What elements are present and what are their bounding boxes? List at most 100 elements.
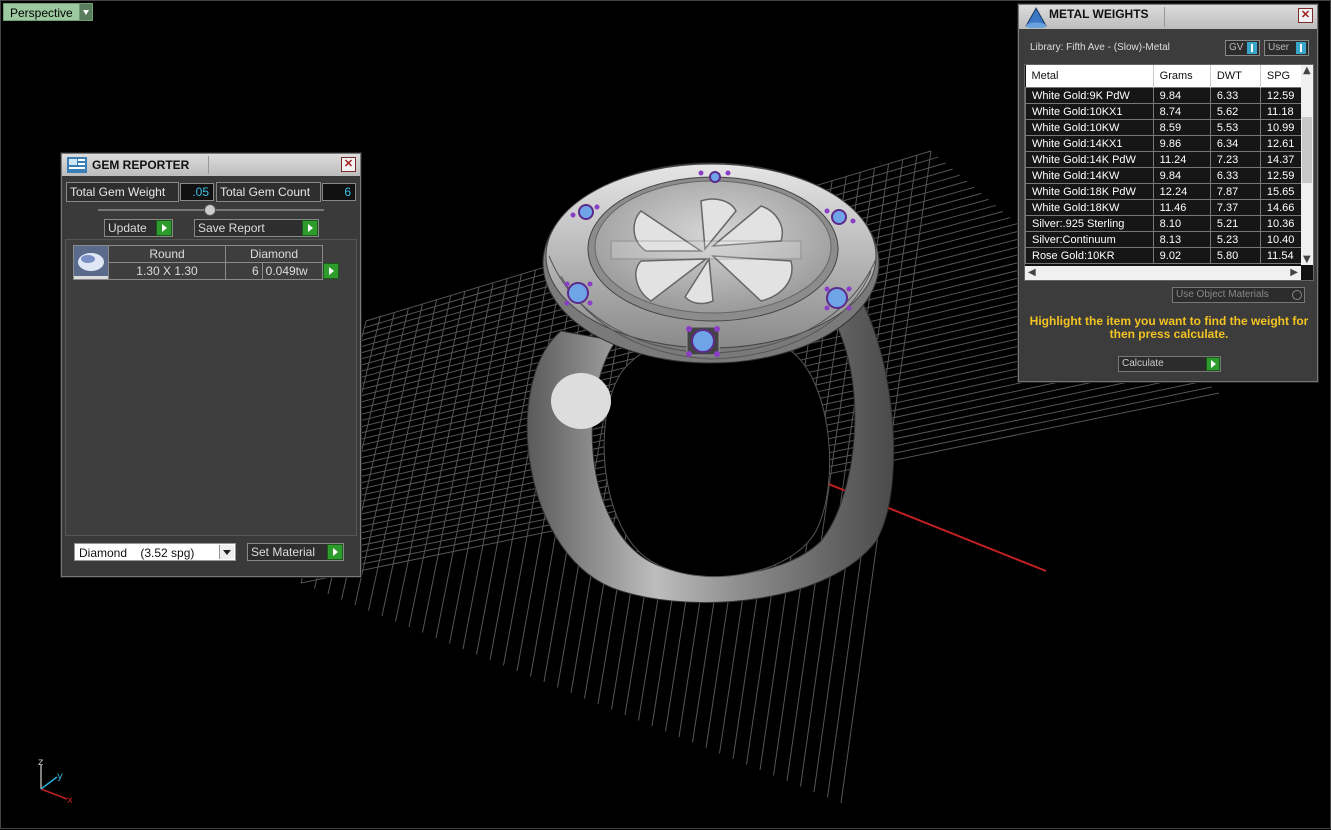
gem-list: Round Diamond 1.30 X 1.30 6 0.049tw xyxy=(65,239,357,536)
metal-grams: 9.86 xyxy=(1152,135,1211,152)
metal-dwt: 5.21 xyxy=(1209,215,1261,232)
gem-table-row[interactable]: Round Diamond xyxy=(73,245,340,280)
metal-weights-titlebar[interactable]: METAL WEIGHTS ✕ xyxy=(1019,5,1317,29)
calculate-button[interactable]: Calculate xyxy=(1118,356,1221,372)
material-select-value: Diamond (3.52 spg) xyxy=(79,546,195,560)
col-grams[interactable]: Grams xyxy=(1153,65,1211,88)
gem-reporter-titlebar[interactable]: GEM REPORTER ✕ xyxy=(62,154,360,176)
metal-grams: 8.10 xyxy=(1152,215,1211,232)
play-icon[interactable] xyxy=(323,263,339,279)
chevron-down-icon[interactable] xyxy=(219,545,234,559)
view-label[interactable]: Perspective xyxy=(3,3,80,21)
col-dwt[interactable]: DWT xyxy=(1210,65,1261,88)
metal-name: Silver:.925 Sterling xyxy=(1025,215,1154,232)
metal-weights-panel: METAL WEIGHTS ✕ Library: Fifth Ave - (Sl… xyxy=(1018,4,1318,382)
ring-model[interactable] xyxy=(526,162,895,603)
metal-name: White Gold:10KX1 xyxy=(1025,103,1154,120)
metal-grams: 8.13 xyxy=(1152,231,1211,248)
scroll-down-icon[interactable]: ▼ xyxy=(1303,254,1311,265)
total-gem-weight-value: .05 xyxy=(180,183,214,201)
table-row[interactable]: White Gold:18K PdW 12.24 7.87 15.65 xyxy=(1025,183,1313,200)
metal-dwt: 7.37 xyxy=(1209,199,1261,216)
close-icon[interactable]: ✕ xyxy=(341,157,356,172)
gem-size: 1.30 X 1.30 xyxy=(108,262,226,280)
metal-grams: 11.46 xyxy=(1152,199,1211,216)
metal-cone-icon xyxy=(1025,7,1047,28)
metal-dwt: 6.33 xyxy=(1209,167,1261,184)
metal-grams: 8.74 xyxy=(1152,103,1211,120)
axis-z-label: z xyxy=(38,757,43,768)
gem-table-row[interactable]: 1.30 X 1.30 6 0.049tw xyxy=(74,262,339,280)
metal-name: White Gold:10KW xyxy=(1025,119,1154,136)
use-object-materials-label: Use Object Materials xyxy=(1176,289,1269,300)
metal-name: White Gold:14KW xyxy=(1025,167,1154,184)
gem-material-header: Diamond xyxy=(225,245,323,263)
use-object-materials-option[interactable]: Use Object Materials xyxy=(1172,287,1305,303)
play-icon[interactable] xyxy=(1206,357,1220,371)
vertical-scrollbar[interactable]: ▲ ▼ xyxy=(1301,65,1313,265)
gem-slider[interactable] xyxy=(98,204,324,216)
gv-label: GV xyxy=(1229,42,1244,53)
table-row[interactable]: Silver:.925 Sterling 8.10 5.21 10.36 xyxy=(1025,215,1313,232)
scroll-thumb[interactable] xyxy=(1302,117,1312,183)
axis-x-label: x xyxy=(67,795,73,806)
set-material-button[interactable]: Set Material xyxy=(247,543,344,561)
metal-name: White Gold:14KX1 xyxy=(1025,135,1154,152)
material-select[interactable]: Diamond (3.52 spg) xyxy=(74,543,236,561)
col-metal[interactable]: Metal xyxy=(1025,65,1154,88)
close-icon[interactable]: ✕ xyxy=(1298,8,1313,23)
table-row[interactable]: White Gold:9K PdW 9.84 6.33 12.59 xyxy=(1025,87,1313,104)
table-row[interactable]: White Gold:18KW 11.46 7.37 14.66 xyxy=(1025,199,1313,216)
table-row[interactable]: White Gold:10KW 8.59 5.53 10.99 xyxy=(1025,119,1313,136)
metal-grams: 9.84 xyxy=(1152,87,1211,104)
metal-grams: 9.02 xyxy=(1152,247,1211,264)
play-icon[interactable] xyxy=(302,220,318,236)
scroll-up-icon[interactable]: ▲ xyxy=(1303,65,1311,76)
metal-dwt: 7.87 xyxy=(1209,183,1261,200)
save-report-label: Save Report xyxy=(198,221,265,235)
table-row[interactable]: Rose Gold:10KR 9.02 5.80 11.54 xyxy=(1025,247,1313,264)
user-toggle[interactable]: User xyxy=(1264,40,1309,56)
view-selector[interactable]: Perspective xyxy=(3,3,93,21)
round-gem-icon xyxy=(74,246,108,276)
gem-reporter-title: GEM REPORTER xyxy=(92,158,190,172)
metal-grams: 11.24 xyxy=(1152,151,1211,168)
3d-viewport[interactable]: Perspective GEM REPORTER ✕ Total Gem Wei… xyxy=(0,0,1331,829)
horizontal-scrollbar[interactable]: ◀ ▶ xyxy=(1025,266,1301,280)
metal-dwt: 5.80 xyxy=(1209,247,1261,264)
table-row[interactable]: White Gold:10KX1 8.74 5.62 11.18 xyxy=(1025,103,1313,120)
toggle-icon[interactable] xyxy=(1247,42,1257,54)
toggle-icon[interactable] xyxy=(1296,42,1306,54)
table-row[interactable]: White Gold:14K PdW 11.24 7.23 14.37 xyxy=(1025,151,1313,168)
slider-knob[interactable] xyxy=(204,204,216,216)
gem-reporter-icon xyxy=(67,157,87,173)
gv-toggle[interactable]: GV xyxy=(1225,40,1260,56)
calculate-label: Calculate xyxy=(1122,358,1164,369)
play-icon[interactable] xyxy=(327,544,343,560)
metal-dwt: 5.62 xyxy=(1209,103,1261,120)
table-row[interactable]: White Gold:14KW 9.84 6.33 12.59 xyxy=(1025,167,1313,184)
play-icon[interactable] xyxy=(156,220,172,236)
update-button-label: Update xyxy=(108,221,147,235)
scroll-left-icon[interactable]: ◀ xyxy=(1028,267,1036,278)
scroll-right-icon[interactable]: ▶ xyxy=(1290,267,1298,278)
user-label: User xyxy=(1268,42,1290,53)
radio-icon[interactable] xyxy=(1292,290,1302,300)
total-gem-count-label: Total Gem Count xyxy=(216,182,321,202)
set-material-label: Set Material xyxy=(251,545,316,559)
save-report-button[interactable]: Save Report xyxy=(194,219,319,237)
metal-dwt: 5.53 xyxy=(1209,119,1261,136)
metal-table[interactable]: Metal Grams DWT SPG White Gold:9K PdW 9.8… xyxy=(1024,64,1314,281)
metal-dwt: 7.23 xyxy=(1209,151,1261,168)
gem-weight: 0.049tw xyxy=(261,262,324,280)
update-button[interactable]: Update xyxy=(104,219,173,237)
gem-thumbnail[interactable] xyxy=(73,245,109,280)
metal-name: White Gold:18KW xyxy=(1025,199,1154,216)
view-dropdown-arrow-icon[interactable] xyxy=(79,3,93,21)
metal-grams: 9.84 xyxy=(1152,167,1211,184)
table-row[interactable]: Silver:Continuum 8.13 5.23 10.40 xyxy=(1025,231,1313,248)
table-row[interactable]: White Gold:14KX1 9.86 6.34 12.61 xyxy=(1025,135,1313,152)
gem-reporter-panel: GEM REPORTER ✕ Total Gem Weight .05 Tota… xyxy=(61,153,361,577)
axes-indicator: z y x xyxy=(38,757,73,806)
hint-text: Highlight the item you want to find the … xyxy=(1029,314,1309,341)
